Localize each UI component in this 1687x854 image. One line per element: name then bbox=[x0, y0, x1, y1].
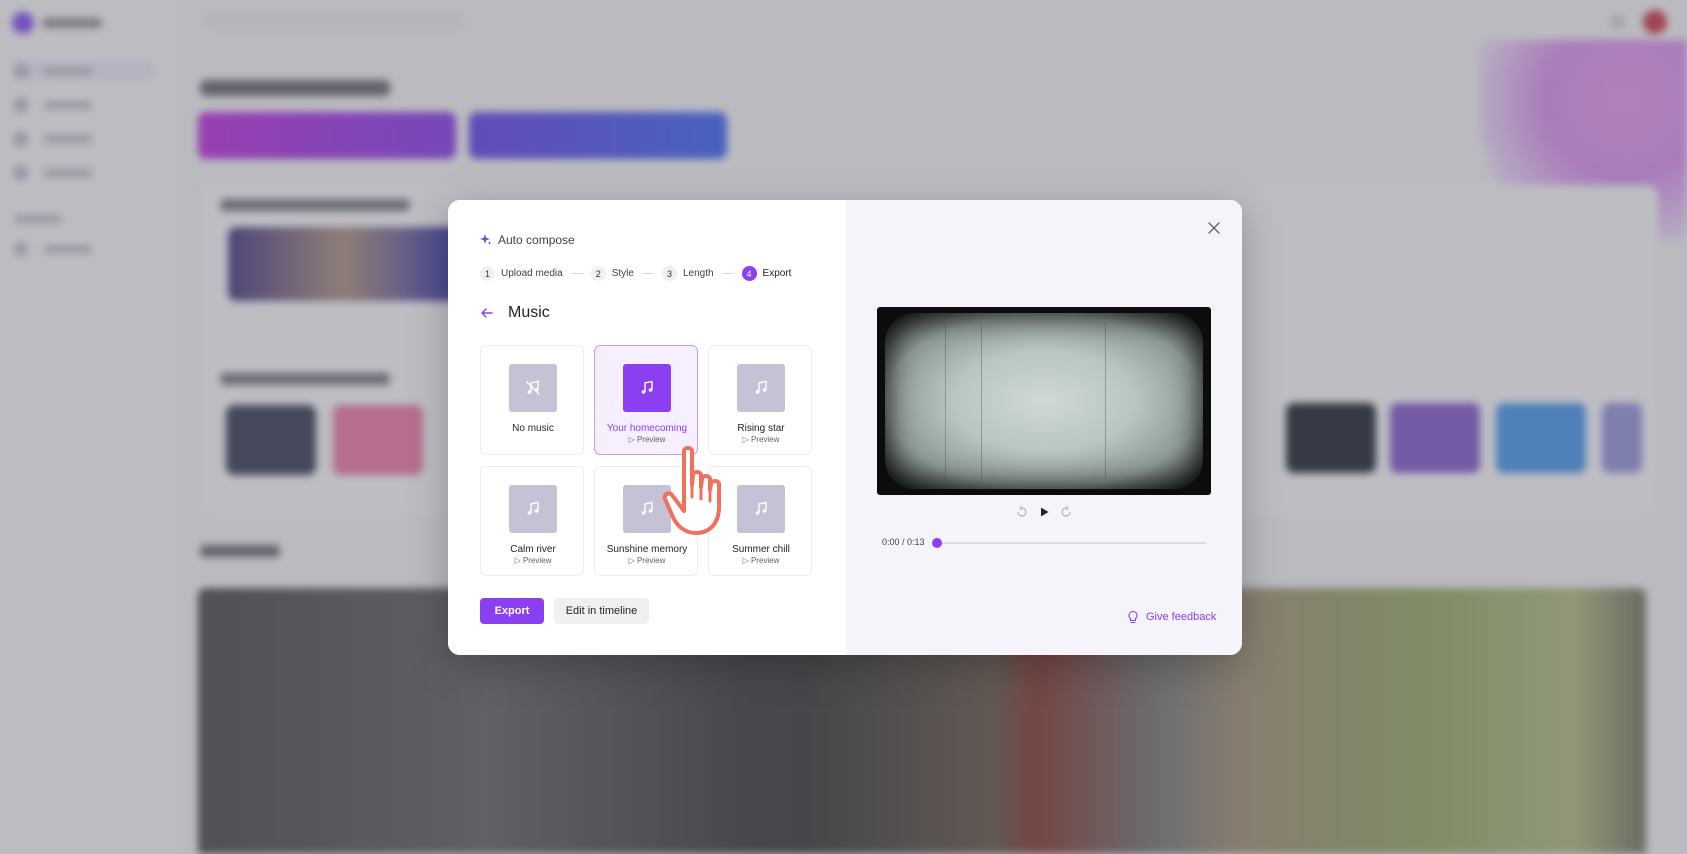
dialog-title: Auto compose bbox=[498, 233, 575, 247]
video-frame bbox=[885, 313, 1203, 489]
rewind-icon[interactable] bbox=[1016, 506, 1028, 518]
music-note-icon bbox=[527, 501, 539, 515]
step-label: Length bbox=[682, 268, 714, 279]
no-music-icon bbox=[526, 380, 540, 395]
stepper: 1 Upload media 2 Style 3 Length 4 Export bbox=[480, 266, 791, 281]
step-upload-media[interactable]: 1 Upload media bbox=[480, 266, 563, 281]
music-options-grid: No music Your homecoming ▷ Preview Risin… bbox=[480, 345, 813, 577]
music-option-art bbox=[737, 364, 785, 412]
music-option-name: Sunshine memory bbox=[606, 544, 688, 555]
fast-forward-icon[interactable] bbox=[1060, 506, 1072, 518]
music-option-rising-star[interactable]: Rising star ▷ Preview bbox=[708, 345, 812, 455]
give-feedback-label: Give feedback bbox=[1146, 611, 1217, 623]
give-feedback-link[interactable]: Give feedback bbox=[1126, 610, 1216, 624]
auto-compose-dialog: Auto compose 1 Upload media 2 Style 3 Le… bbox=[448, 200, 1242, 655]
music-option-art bbox=[509, 364, 557, 412]
play-icon[interactable] bbox=[1038, 506, 1050, 518]
music-option-art bbox=[623, 364, 671, 412]
music-option-preview-link[interactable]: ▷ Preview bbox=[481, 556, 585, 565]
playback-controls bbox=[1016, 506, 1072, 518]
edit-in-timeline-button[interactable]: Edit in timeline bbox=[554, 598, 649, 624]
lightbulb-icon bbox=[1128, 610, 1138, 624]
music-option-calm-river[interactable]: Calm river ▷ Preview bbox=[480, 466, 584, 576]
step-divider bbox=[570, 273, 583, 274]
step-divider bbox=[641, 273, 654, 274]
music-note-icon bbox=[641, 501, 653, 515]
music-note-icon bbox=[755, 501, 767, 515]
music-option-preview-link[interactable]: ▷ Preview bbox=[709, 556, 813, 565]
music-option-your-homecoming[interactable]: Your homecoming ▷ Preview bbox=[594, 345, 698, 455]
auto-compose-header: Auto compose bbox=[480, 232, 575, 248]
music-option-preview-link[interactable]: ▷ Preview bbox=[595, 556, 699, 565]
step-label: Upload media bbox=[501, 268, 563, 279]
step-number: 1 bbox=[480, 266, 495, 281]
seek-bar[interactable] bbox=[936, 542, 1206, 544]
section-title: Music bbox=[508, 304, 550, 321]
step-export[interactable]: 4 Export bbox=[741, 266, 792, 281]
music-option-name: Rising star bbox=[737, 423, 785, 434]
sparkle-icon bbox=[480, 234, 492, 245]
step-divider bbox=[721, 273, 734, 274]
step-style[interactable]: 2 Style bbox=[590, 266, 634, 281]
playback-time: 0:00 / 0:13 bbox=[882, 537, 925, 547]
close-icon[interactable] bbox=[1206, 220, 1222, 236]
music-note-icon bbox=[755, 380, 767, 394]
music-option-name: Calm river bbox=[510, 544, 556, 555]
music-option-art bbox=[737, 485, 785, 533]
pointer-hand-cursor-icon bbox=[662, 446, 721, 535]
step-number: 2 bbox=[590, 266, 606, 281]
back-arrow-icon[interactable] bbox=[480, 306, 494, 320]
music-option-art bbox=[509, 485, 557, 533]
music-option-name: No music bbox=[512, 423, 554, 434]
video-preview[interactable] bbox=[877, 307, 1211, 495]
step-label: Style bbox=[611, 268, 634, 279]
music-option-no-music[interactable]: No music bbox=[480, 345, 584, 455]
step-length[interactable]: 3 Length bbox=[661, 266, 714, 281]
music-option-preview-link[interactable]: ▷ Preview bbox=[595, 435, 699, 444]
music-option-name: Summer chill bbox=[732, 544, 790, 555]
step-number: 4 bbox=[741, 266, 757, 281]
seek-bar-thumb[interactable] bbox=[932, 538, 942, 548]
music-option-preview-link[interactable]: ▷ Preview bbox=[709, 435, 813, 444]
step-number: 3 bbox=[661, 266, 677, 281]
export-button[interactable]: Export bbox=[480, 598, 544, 624]
music-section-header: Music bbox=[480, 304, 550, 322]
music-panel: Auto compose 1 Upload media 2 Style 3 Le… bbox=[448, 200, 846, 655]
step-label: Export bbox=[762, 268, 792, 279]
music-option-name: Your homecoming bbox=[606, 423, 688, 434]
music-note-icon bbox=[641, 380, 653, 394]
